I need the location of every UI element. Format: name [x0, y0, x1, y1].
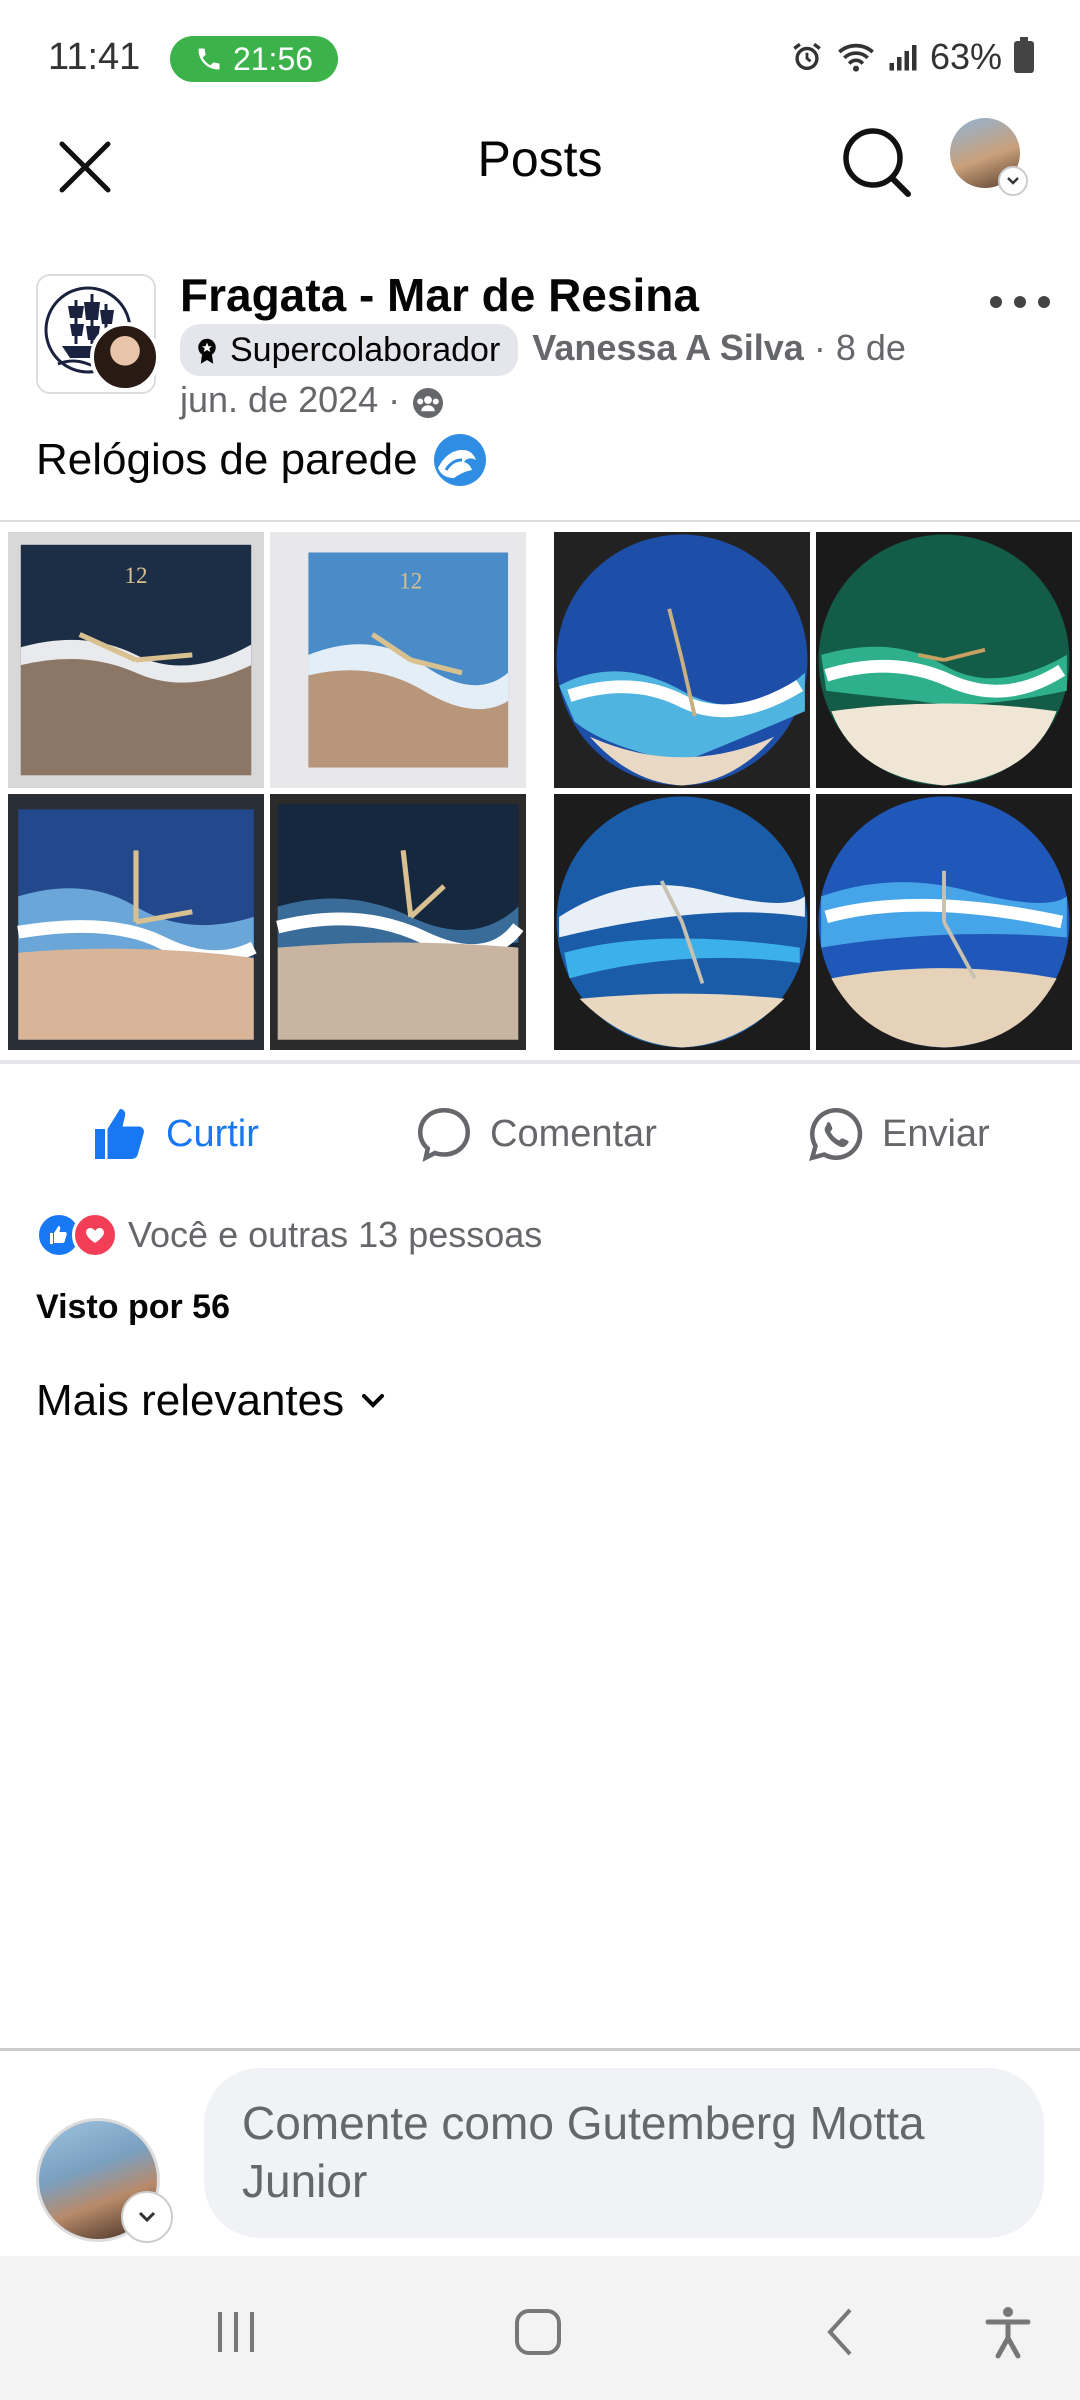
post-actions: Curtir Comentar Enviar: [0, 1096, 1080, 1172]
photo-thumbnail[interactable]: [554, 532, 810, 788]
comment-sort-dropdown[interactable]: Mais relevantes: [36, 1376, 386, 1426]
commenter-avatar[interactable]: [36, 2118, 173, 2243]
battery-level: 63%: [929, 36, 1002, 77]
water-wave-emoji-icon: [433, 434, 486, 486]
reactions-text: Você e outras 13 pessoas: [128, 1214, 543, 1255]
dot-icon: [1014, 296, 1026, 308]
post-text-content: Relógios de parede: [36, 435, 418, 484]
badge-label: Supercolaborador: [230, 331, 501, 370]
author-name[interactable]: Vanessa A Silva: [532, 327, 804, 368]
round-clock-photo: [816, 532, 1072, 788]
square-clock-photo: 12: [8, 532, 264, 788]
author-avatar[interactable]: [90, 322, 160, 392]
accessibility-icon: [985, 2307, 1031, 2359]
like-label: Curtir: [166, 1112, 259, 1155]
round-clock-photo: [816, 794, 1072, 1050]
divider: [0, 2048, 1080, 2051]
signal-icon: [889, 45, 917, 71]
send-label: Enviar: [882, 1112, 990, 1155]
system-navigation-bar: [0, 2256, 1080, 2400]
alarm-icon: [793, 42, 821, 71]
profile-menu-button[interactable]: [950, 118, 1028, 198]
chevron-down-icon: [121, 2191, 173, 2243]
thumbs-up-icon: [95, 1109, 144, 1159]
top-app-bar: Posts: [0, 110, 1080, 260]
photo-thumbnail[interactable]: 12: [8, 532, 264, 788]
post-text: Relógios de parede: [36, 432, 488, 488]
dot-icon: [990, 296, 1002, 308]
search-icon: [843, 128, 911, 197]
reactions-summary[interactable]: Você e outras 13 pessoas: [36, 1212, 542, 1258]
comment-button[interactable]: Comentar: [414, 1096, 657, 1172]
page-title: Posts: [477, 131, 603, 187]
round-clock-photo: [554, 532, 810, 788]
photo-thumbnail[interactable]: [554, 794, 810, 1050]
contributor-badge[interactable]: Supercolaborador: [180, 324, 519, 377]
divider: [0, 520, 1080, 522]
accessibility-button[interactable]: [968, 2292, 1048, 2372]
ongoing-call-pill[interactable]: 21:56: [170, 36, 338, 82]
square-clock-photo: [8, 794, 264, 1050]
svg-text:12: 12: [399, 567, 422, 593]
home-button[interactable]: [498, 2292, 578, 2372]
call-duration: 21:56: [232, 40, 314, 77]
comment-label: Comentar: [490, 1112, 657, 1155]
dot-icon: [1038, 296, 1050, 308]
square-clock-photo: [270, 794, 526, 1050]
recent-apps-icon: [218, 2312, 254, 2352]
post-header: Fragata - Mar de Resina Supercolaborador…: [0, 262, 1080, 422]
photo-thumbnail[interactable]: 12: [270, 532, 526, 788]
wifi-icon: [838, 43, 874, 72]
group-audience-icon: [413, 387, 444, 418]
home-icon: [515, 2309, 561, 2355]
photo-thumbnail[interactable]: [270, 794, 526, 1050]
chevron-down-icon: [998, 166, 1028, 196]
square-clock-photo: 12: [270, 532, 526, 788]
battery-icon: [1014, 37, 1034, 73]
status-time: 11:41: [48, 36, 141, 78]
photo-collage[interactable]: 12 12: [8, 532, 1072, 1052]
recent-apps-button[interactable]: [196, 2292, 276, 2372]
comment-input[interactable]: Comente como Gutemberg Motta Junior: [204, 2068, 1044, 2238]
love-reaction-icon: [72, 1212, 118, 1258]
send-button[interactable]: Enviar: [806, 1096, 990, 1172]
more-options-button[interactable]: [990, 282, 1050, 322]
status-bar: 11:41 21:56 63%: [0, 0, 1080, 110]
badge-icon: [198, 339, 216, 365]
divider: [0, 1060, 1080, 1064]
like-button[interactable]: Curtir: [90, 1096, 259, 1172]
phone-icon: [198, 48, 220, 70]
group-name[interactable]: Fragata - Mar de Resina: [180, 268, 699, 322]
photo-thumbnail[interactable]: [816, 532, 1072, 788]
views-count[interactable]: Visto por 56: [36, 1288, 230, 1327]
photo-thumbnail[interactable]: [816, 794, 1072, 1050]
status-icons: 63%: [790, 36, 1034, 78]
back-button[interactable]: [802, 2292, 882, 2372]
post-meta: Supercolaborador Vanessa A Silva · 8 de …: [180, 324, 960, 424]
photo-thumbnail[interactable]: [8, 794, 264, 1050]
search-button[interactable]: [836, 116, 916, 206]
comment-bubble-icon: [417, 1107, 471, 1162]
whatsapp-icon: [809, 1107, 863, 1161]
chevron-down-icon: [362, 1394, 385, 1408]
sort-label: Mais relevantes: [36, 1376, 345, 1425]
back-icon: [827, 2308, 852, 2356]
svg-text:12: 12: [124, 562, 147, 588]
round-clock-photo: [554, 794, 810, 1050]
